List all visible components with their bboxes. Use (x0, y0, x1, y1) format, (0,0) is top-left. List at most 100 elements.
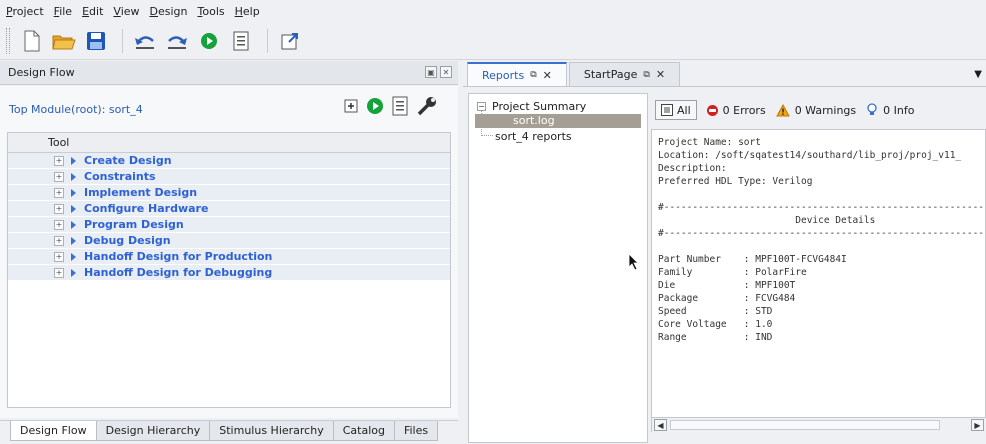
tab-reports[interactable]: Reports ⧉ ✕ (467, 62, 567, 86)
filter-errors-button[interactable]: 0 Errors (706, 103, 766, 117)
tree-item-create-design[interactable]: + Create Design (8, 153, 450, 169)
tree-item-label: Handoff Design for Debugging (84, 266, 273, 279)
tree-item-sort-log[interactable]: sort.log (475, 114, 641, 128)
menu-view[interactable]: View (113, 5, 139, 18)
menu-help[interactable]: Help (235, 5, 260, 18)
tree-item-handoff-debugging[interactable]: + Handoff Design for Debugging (8, 265, 450, 281)
tree-item-implement-design[interactable]: + Implement Design (8, 185, 450, 201)
design-flow-panel: Design Flow ▣ ✕ Top Module(root): sort_4… (0, 61, 458, 444)
expand-icon[interactable]: + (54, 203, 64, 214)
tree-item-program-design[interactable]: + Program Design (8, 217, 450, 233)
menu-edit[interactable]: Edit (82, 5, 103, 18)
tab-design-flow[interactable]: Design Flow (10, 421, 97, 441)
tree-item-debug-design[interactable]: + Debug Design (8, 233, 450, 249)
arrow-icon (71, 172, 76, 181)
expand-icon[interactable]: + (54, 155, 64, 166)
tree-item-label: Implement Design (84, 186, 198, 199)
log-viewer[interactable]: Project Name: sort Location: /soft/sqates… (651, 129, 986, 431)
expand-icon[interactable]: + (54, 267, 64, 278)
expand-icon[interactable]: + (54, 219, 64, 230)
scroll-right-icon[interactable]: ▶ (971, 419, 984, 431)
arrow-icon (71, 252, 76, 261)
close-tab-icon[interactable]: ✕ (543, 69, 552, 82)
log-line: Range : IND (658, 332, 773, 343)
filter-all-button[interactable]: All (655, 100, 697, 120)
new-file-icon (24, 30, 40, 51)
tree-item-label: Configure Hardware (84, 202, 209, 215)
horizontal-scrollbar[interactable]: ◀ ▶ (651, 417, 986, 432)
arrow-icon (71, 188, 76, 197)
run-button[interactable] (195, 27, 223, 55)
run-icon (201, 32, 217, 49)
filter-all-label: All (677, 103, 691, 117)
tab-label: Reports (482, 68, 525, 82)
filter-info-button[interactable]: 0 Info (866, 103, 914, 117)
menu-design[interactable]: Design (150, 5, 188, 18)
wrench-settings-icon[interactable] (416, 95, 438, 117)
module-tools (344, 95, 438, 117)
scroll-left-icon[interactable]: ◀ (654, 419, 667, 431)
tree-item-handoff-production[interactable]: + Handoff Design for Production (8, 249, 450, 265)
menu-project[interactable]: Project (6, 5, 44, 18)
filter-errors-label: 0 Errors (722, 103, 766, 117)
tree-item-label: Debug Design (84, 234, 171, 247)
expand-icon[interactable]: + (54, 171, 64, 182)
tab-design-hierarchy[interactable]: Design Hierarchy (95, 421, 211, 441)
panel-buttons: ▣ ✕ (425, 66, 452, 78)
run-flow-icon[interactable] (366, 97, 384, 115)
filter-warnings-button[interactable]: 0 Warnings (775, 103, 856, 117)
toolbar-separator (267, 28, 268, 53)
expand-icon[interactable]: + (54, 251, 64, 262)
resize-button[interactable] (276, 27, 304, 55)
tree-item-project-summary[interactable]: − Project Summary (477, 100, 586, 113)
menu-tools[interactable]: Tools (198, 5, 225, 18)
list-icon (661, 104, 673, 116)
report-icon (233, 31, 249, 50)
top-module-label[interactable]: Top Module(root): sort_4 (9, 103, 143, 116)
tab-catalog[interactable]: Catalog (332, 421, 395, 441)
menubar: Project File Edit View Design Tools Help (0, 0, 986, 22)
tree-column-header[interactable]: Tool (8, 133, 450, 153)
tab-stimulus-hierarchy[interactable]: Stimulus Hierarchy (209, 421, 334, 441)
tab-list-dropdown-icon[interactable]: ▼ (974, 69, 982, 80)
tree-item-sort4-reports[interactable]: sort_4 reports (495, 130, 572, 143)
log-line: Location: /soft/sqatest14/southard/lib_p… (658, 150, 962, 161)
resize-icon (281, 32, 298, 49)
float-tab-icon[interactable]: ⧉ (643, 70, 649, 80)
report-icon[interactable] (392, 96, 408, 116)
float-tab-icon[interactable]: ⧉ (530, 70, 536, 80)
new-file-button[interactable] (18, 27, 46, 55)
undo-button[interactable] (131, 27, 159, 55)
log-line: Preferred HDL Type: Verilog (658, 176, 813, 187)
expand-all-icon[interactable] (344, 99, 358, 113)
expand-icon[interactable]: + (54, 187, 64, 198)
log-line: Core Voltage : 1.0 (658, 319, 773, 330)
scroll-thumb[interactable] (670, 420, 940, 430)
log-line: Package : FCVG484 (658, 293, 796, 304)
menu-file[interactable]: File (54, 5, 72, 18)
log-line: Speed : STD (658, 306, 773, 317)
toolbar-separator (122, 28, 123, 53)
tree-item-label: Create Design (84, 154, 172, 167)
close-panel-icon[interactable]: ✕ (440, 66, 452, 78)
log-line: Part Number : MPF100T-FCVG484I (658, 254, 847, 265)
redo-button[interactable] (163, 27, 191, 55)
tree-item-label: Program Design (84, 218, 184, 231)
float-panel-icon[interactable]: ▣ (425, 66, 437, 78)
save-button[interactable] (82, 27, 110, 55)
save-icon (87, 31, 105, 50)
tree-item-constraints[interactable]: + Constraints (8, 169, 450, 185)
warning-icon (775, 103, 790, 116)
filter-info-label: 0 Info (883, 103, 915, 117)
toolbar-grip[interactable] (6, 27, 10, 54)
tab-startpage[interactable]: StartPage ⧉ ✕ (568, 62, 681, 86)
report-button[interactable] (227, 27, 255, 55)
expand-icon[interactable]: + (54, 235, 64, 246)
reports-panel: Reports ⧉ ✕ StartPage ⧉ ✕ ▼ − Project Su… (463, 61, 986, 444)
arrow-icon (71, 156, 76, 165)
tab-files[interactable]: Files (393, 421, 439, 441)
open-button[interactable] (50, 27, 78, 55)
close-tab-icon[interactable]: ✕ (656, 68, 665, 81)
tree-item-configure-hardware[interactable]: + Configure Hardware (8, 201, 450, 217)
